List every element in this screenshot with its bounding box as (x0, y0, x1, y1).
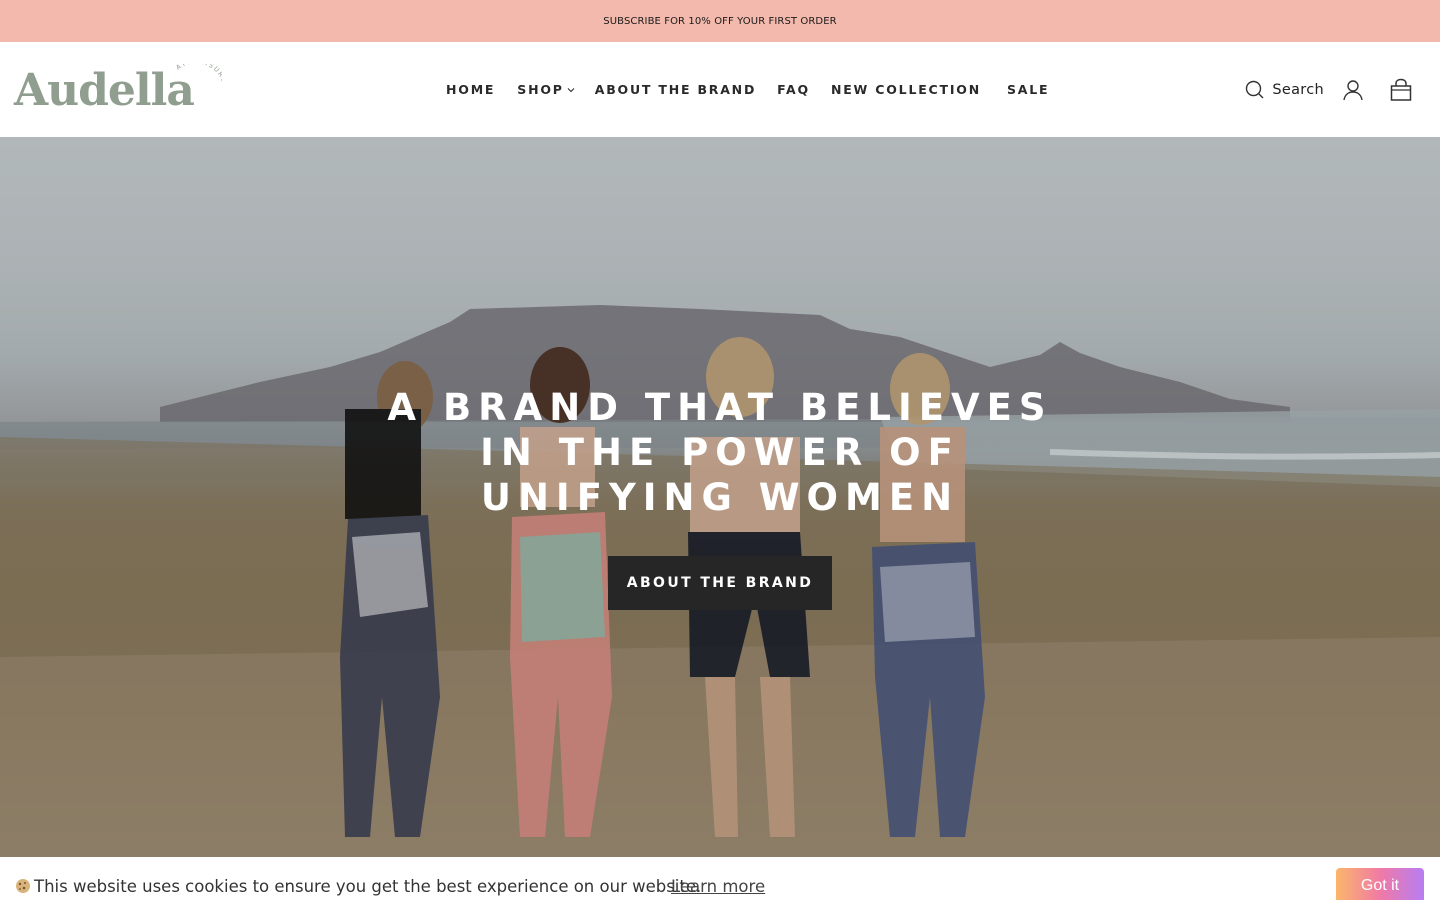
account-button[interactable] (1342, 79, 1364, 101)
search-icon (1246, 80, 1264, 98)
hero-title: A BRAND THAT BELIEVES IN THE POWER OF UN… (320, 385, 1120, 520)
cookie-icon (16, 879, 30, 893)
svg-text:ATHLEISURE: ATHLEISURE (174, 64, 222, 85)
logo-tagline: ATHLEISURE (174, 64, 222, 85)
nav-item-label: FAQ (777, 82, 810, 97)
nav-item-new-collection[interactable]: NEW COLLECTION (831, 82, 981, 97)
announcement-text[interactable]: SUBSCRIBE FOR 10% OFF YOUR FIRST ORDER (603, 16, 836, 27)
nav-item-home[interactable]: HOME (446, 82, 495, 97)
learn-more-link[interactable]: Learn more (671, 877, 765, 896)
nav-item-label: ABOUT THE BRAND (594, 82, 757, 97)
main-nav: HOME SHOP ABOUT THE BRAND FAQ NEW COLLEC… (446, 42, 1049, 137)
about-the-brand-button[interactable]: ABOUT THE BRAND (608, 556, 832, 610)
nav-item-label: SALE (1007, 82, 1050, 97)
nav-item-faq[interactable]: FAQ (777, 82, 810, 97)
search-button[interactable]: Search (1245, 80, 1324, 100)
nav-item-sale[interactable]: SALE (1007, 82, 1049, 97)
hero-title-line: IN THE POWER OF (480, 431, 960, 474)
hero-title-line: UNIFYING WOMEN (480, 476, 960, 519)
nav-item-label: NEW COLLECTION (830, 82, 981, 97)
cookie-banner: This website uses cookies to ensure you … (0, 857, 1440, 900)
got-it-button[interactable]: Got it (1336, 868, 1424, 900)
announcement-bar[interactable]: SUBSCRIBE FOR 10% OFF YOUR FIRST ORDER (0, 0, 1440, 42)
site-header: Audella ATHLEISURE HOME SHOP ABOUT THE B… (0, 42, 1440, 137)
user-icon (1343, 79, 1363, 100)
cart-button[interactable] (1390, 78, 1412, 102)
shopping-bag-icon (1390, 78, 1412, 101)
nav-item-about-the-brand[interactable]: ABOUT THE BRAND (595, 82, 756, 97)
nav-item-label: SHOP (517, 82, 564, 97)
hero-banner: A BRAND THAT BELIEVES IN THE POWER OF UN… (0, 137, 1440, 857)
logo[interactable]: Audella ATHLEISURE (14, 62, 224, 122)
nav-item-label: HOME (446, 82, 496, 97)
hero-title-line: A BRAND THAT BELIEVES (387, 386, 1053, 429)
logo-wordmark: Audella (14, 65, 195, 116)
chevron-down-icon (567, 87, 575, 92)
header-actions: Search (1245, 42, 1412, 137)
search-label: Search (1272, 81, 1324, 98)
logo-tagline-arc: ATHLEISURE (174, 64, 222, 85)
cookie-message: This website uses cookies to ensure you … (34, 877, 702, 896)
nav-item-shop[interactable]: SHOP (517, 82, 575, 97)
